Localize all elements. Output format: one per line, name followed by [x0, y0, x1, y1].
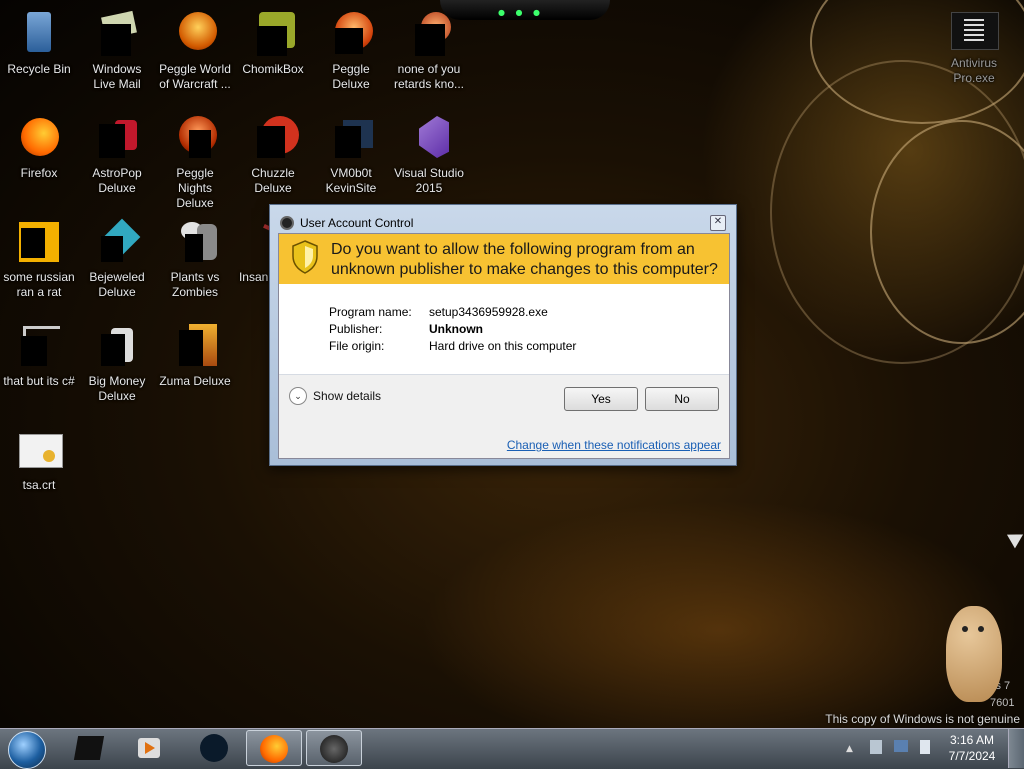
desktop-icon-visual-studio-2015[interactable]: Visual Studio 2015	[390, 110, 468, 196]
yes-button[interactable]: Yes	[564, 387, 638, 411]
desktop-icon-that-but-its-csharp[interactable]: that but its c#	[0, 318, 78, 389]
hamster-image	[946, 606, 1002, 702]
desktop-icon-zuma-deluxe[interactable]: Zuma Deluxe	[156, 318, 234, 389]
not-genuine-notice: This copy of Windows is not genuine	[825, 712, 1020, 726]
notification-settings-link[interactable]: Change when these notifications appear	[507, 438, 721, 452]
no-button[interactable]: No	[645, 387, 719, 411]
app-icon	[405, 10, 453, 58]
zuma-icon	[171, 322, 219, 370]
chuzzle-icon	[249, 114, 299, 162]
taskbar-app-1[interactable]	[62, 730, 118, 766]
antivirus-icon[interactable]	[951, 12, 999, 50]
close-button[interactable]: ✕	[710, 215, 726, 231]
desktop-icon-chuzzle-deluxe[interactable]: Chuzzle Deluxe	[234, 110, 312, 196]
peggle-icon	[171, 114, 219, 162]
file-origin-value: Hard drive on this computer	[429, 339, 577, 353]
volume-icon[interactable]	[920, 740, 930, 754]
desktop-icon-none-of-you[interactable]: none of you retards kno...	[390, 6, 468, 92]
chomikbox-icon	[249, 10, 297, 58]
visual-studio-icon	[405, 114, 453, 162]
uac-content: Do you want to allow the following progr…	[278, 233, 730, 459]
media-player-icon	[138, 738, 160, 758]
close-icon: ✕	[713, 216, 723, 227]
taskbar-firefox[interactable]	[246, 730, 302, 766]
network-icon[interactable]	[870, 740, 882, 754]
certificate-icon	[15, 426, 63, 474]
uac-program-info: Program name: setup3436959928.exe Publish…	[279, 284, 729, 355]
uac-warning-banner: Do you want to allow the following progr…	[279, 234, 729, 284]
publisher-value: Unknown	[429, 322, 483, 336]
desktop-icon-peggle-deluxe[interactable]: Peggle Deluxe	[312, 6, 390, 92]
taskbar-media-player[interactable]	[122, 730, 178, 766]
program-name-label: Program name:	[329, 305, 412, 319]
desktop-icon-bejeweled-deluxe[interactable]: Bejeweled Deluxe	[78, 214, 156, 300]
uac-titlebar: User Account Control	[280, 213, 413, 233]
shortcut-icon	[15, 322, 63, 370]
uac-shield-icon	[320, 735, 348, 763]
desktop-icon-plants-vs-zombies[interactable]: Plants vs Zombies	[156, 214, 234, 300]
desktop-icon-peggle-world-of-warcraft[interactable]: Peggle World of Warcraft ...	[156, 6, 234, 92]
clock-date: 7/7/2024	[948, 749, 996, 763]
uac-title: User Account Control	[300, 216, 414, 230]
taskbar-uac[interactable]	[306, 730, 362, 766]
firefox-icon	[15, 114, 63, 162]
java-icon	[15, 218, 63, 266]
uac-question: Do you want to allow the following progr…	[331, 241, 718, 278]
firefox-icon	[260, 735, 288, 763]
desktop-icon-recycle-bin[interactable]: Recycle Bin	[0, 6, 78, 77]
desktop-icon-astropop-deluxe[interactable]: AstroPop Deluxe	[78, 110, 156, 196]
big-money-icon	[93, 322, 141, 370]
desktop-icon-firefox[interactable]: Firefox	[0, 110, 78, 181]
tray-up-arrow-icon[interactable]: ▲	[846, 744, 853, 754]
app-icon	[73, 736, 105, 760]
app-icon	[200, 734, 228, 762]
uac-footer: ⌄ Show details Yes No Change when these …	[279, 375, 729, 458]
start-button[interactable]	[8, 731, 46, 769]
astropop-icon	[93, 114, 141, 162]
mouse-cursor	[1006, 527, 1024, 549]
desktop-icon-big-money-deluxe[interactable]: Big Money Deluxe	[78, 318, 156, 404]
show-desktop-button[interactable]	[1008, 729, 1024, 768]
desktop-icon-antivirus-pro[interactable]: Antivirus Pro.exe	[934, 56, 1014, 86]
mail-icon	[93, 10, 141, 58]
warning-shield-icon	[292, 240, 318, 274]
watermark-line2: 7601	[990, 697, 1015, 709]
show-details-label: Show details	[313, 389, 382, 403]
taskbar-clock[interactable]: 3:16 AM 7/7/2024	[942, 732, 1002, 764]
plants-vs-zombies-icon	[171, 218, 219, 266]
show-details-toggle[interactable]: ⌄ Show details	[289, 387, 381, 405]
desktop-icon-some-russian-ran-a-rat[interactable]: some russian ran a rat	[0, 214, 78, 300]
file-origin-label: File origin:	[329, 339, 385, 353]
peggle-icon	[327, 10, 375, 58]
desktop-icon-chomikbox[interactable]: ChomikBox	[234, 6, 312, 77]
system-tray: ▲	[840, 730, 940, 766]
desktop-icon-vm0b0t-kevinsite[interactable]: VM0b0t KevinSite	[312, 110, 390, 196]
desktop-icon-peggle-nights-deluxe[interactable]: Peggle Nights Deluxe	[156, 110, 234, 211]
program-name-value: setup3436959928.exe	[429, 305, 548, 319]
clock-time: 3:16 AM	[949, 733, 995, 747]
peggle-icon	[171, 10, 219, 58]
uac-dialog: User Account Control ✕ Do you want to al…	[269, 204, 737, 466]
desktop-icon-tsa-crt[interactable]: tsa.crt	[0, 422, 78, 493]
desktop-icon-windows-live-mail[interactable]: Windows Live Mail	[78, 6, 156, 92]
bejeweled-icon	[93, 218, 141, 266]
action-center-icon[interactable]	[894, 740, 908, 752]
publisher-label: Publisher:	[329, 322, 383, 336]
taskbar-app-3[interactable]	[186, 730, 242, 766]
uac-shield-icon	[280, 216, 294, 230]
recycle-bin-icon	[15, 10, 63, 58]
chevron-down-icon: ⌄	[289, 387, 307, 405]
shortcut-icon	[327, 114, 375, 162]
